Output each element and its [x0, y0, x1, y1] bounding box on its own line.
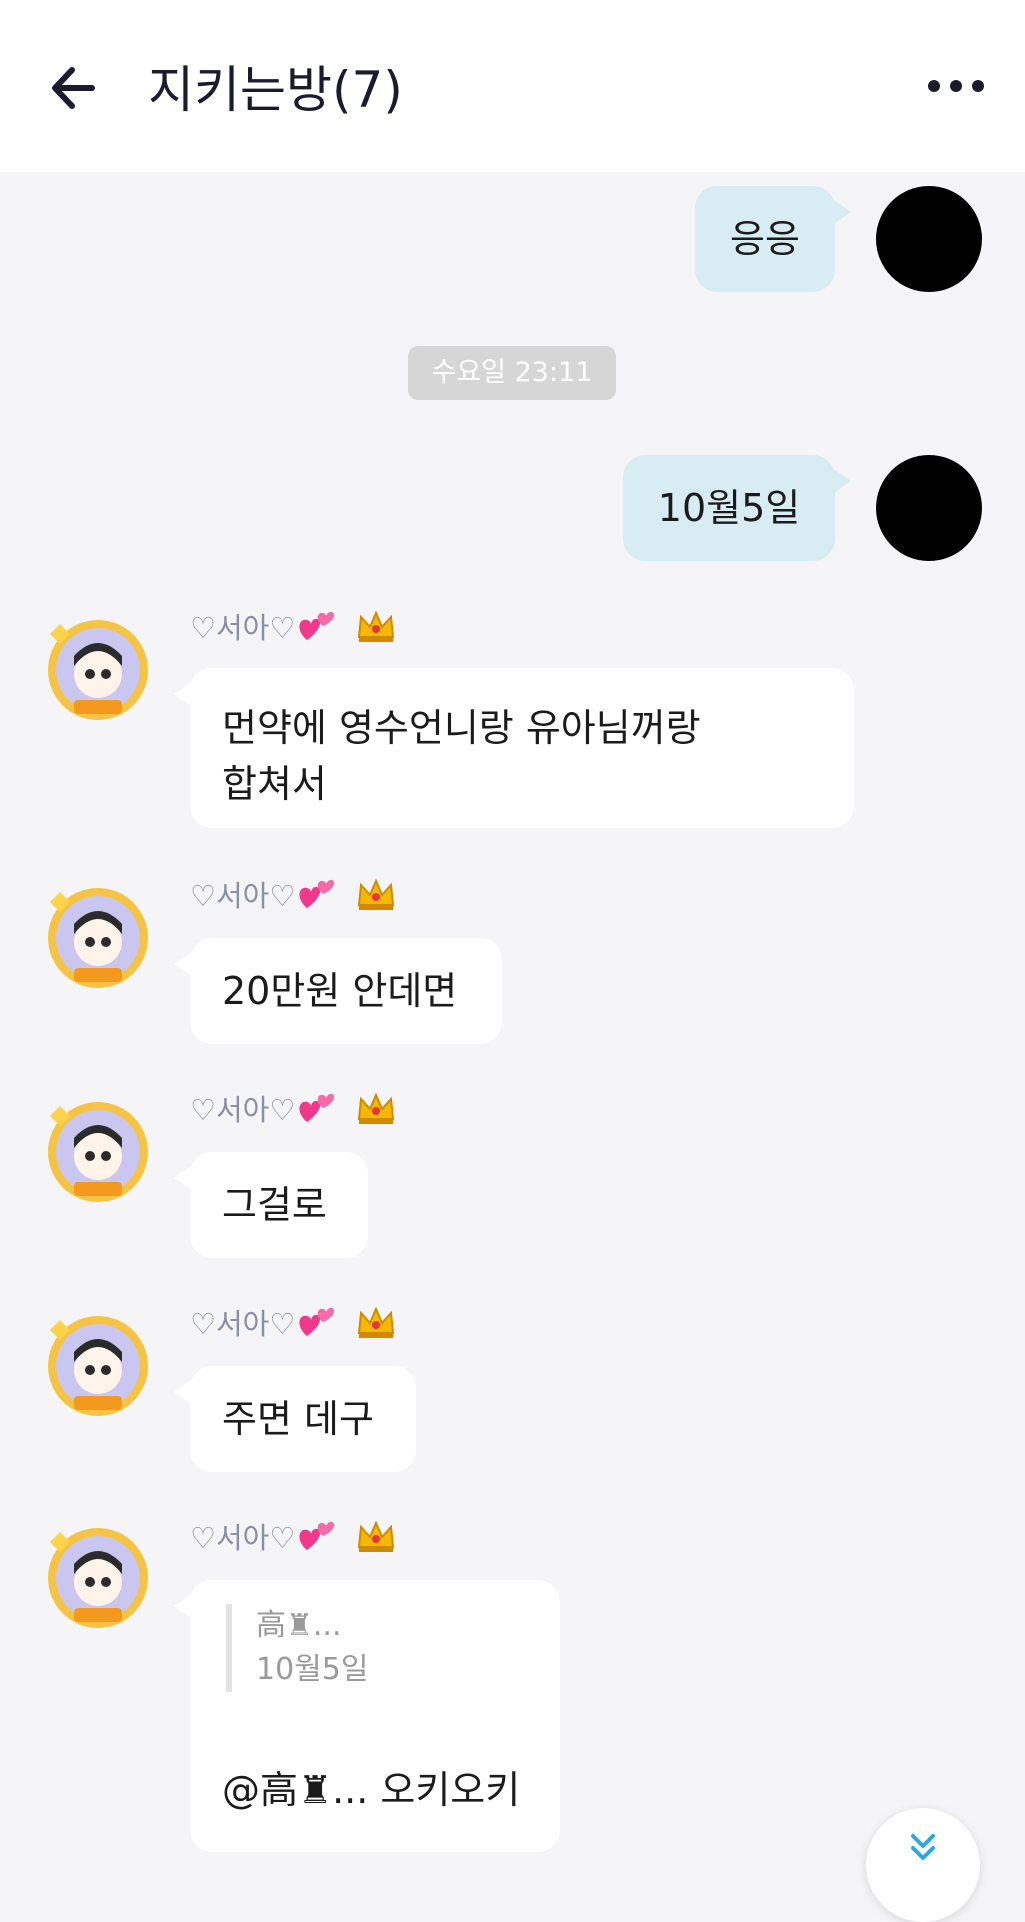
message-text: @高♜... 오키오키 [222, 1768, 521, 1812]
message-bubble[interactable]: 그걸로 [174, 1152, 368, 1258]
my-avatar[interactable] [876, 455, 982, 561]
quoted-author: 高♜... [256, 1608, 342, 1643]
chevron-double-down-icon [911, 1834, 935, 1860]
sender-name: ♡서아♡ [190, 1521, 296, 1555]
quoted-text: 10월5일 [256, 1652, 369, 1687]
crown-badge-icon [358, 1092, 395, 1124]
more-horizontal-icon[interactable] [926, 66, 986, 106]
message-bubble[interactable]: 먼약에 영수언니랑 유아님꺼랑 합쳐서 [174, 668, 854, 828]
chat-header: 지키는방(7) [0, 0, 1025, 172]
hearts-emoji-icon [299, 1521, 335, 1550]
sender-name-row: ♡서아♡ [190, 604, 397, 648]
sender-name: ♡서아♡ [190, 879, 296, 913]
hearts-emoji-icon [299, 611, 335, 640]
my-message-bubble[interactable]: 10월5일 [623, 455, 851, 561]
crown-badge-icon [358, 878, 395, 910]
reply-quote[interactable]: 高♜... 10월5일 [226, 1604, 368, 1692]
my-avatar[interactable] [876, 186, 982, 292]
arrow-left-icon[interactable] [46, 58, 106, 118]
crown-badge-icon [358, 610, 395, 642]
hearts-emoji-icon [299, 1093, 335, 1122]
crown-badge-icon [358, 1520, 395, 1552]
reply-message-bubble[interactable]: 高♜... 10월5일 @高♜... 오키오키 [174, 1580, 560, 1852]
message-text: 20만원 안데면 [222, 969, 458, 1013]
message-text: 응응 [730, 217, 800, 261]
sender-name: ♡서아♡ [190, 1093, 296, 1127]
room-title: 지키는방(7) [148, 61, 403, 119]
message-text: 그걸로 [222, 1183, 327, 1227]
crown-badge-icon [358, 1306, 395, 1338]
message-text: 10월5일 [657, 486, 801, 530]
sender-name: ♡서아♡ [190, 611, 296, 645]
my-message-bubble[interactable]: 응응 [695, 186, 851, 292]
sender-avatar[interactable] [44, 1312, 152, 1420]
hearts-emoji-icon [299, 1307, 335, 1336]
message-bubble[interactable]: 20만원 안데면 [174, 938, 502, 1044]
sender-avatar[interactable] [44, 1098, 152, 1206]
sender-avatar[interactable] [44, 884, 152, 992]
sender-name-row: ♡서아♡ [190, 1514, 397, 1558]
scroll-to-bottom-button[interactable] [866, 1808, 980, 1922]
sender-name-row: ♡서아♡ [190, 872, 397, 916]
message-bubble[interactable]: 주면 데구 [174, 1366, 416, 1472]
sender-name-row: ♡서아♡ [190, 1300, 397, 1344]
message-text: 먼약에 영수언니랑 유아님꺼랑 합쳐서 [222, 706, 701, 806]
hearts-emoji-icon [299, 879, 335, 908]
sender-avatar[interactable] [44, 1524, 152, 1632]
date-divider: 수요일 23:11 [408, 346, 616, 400]
sender-name: ♡서아♡ [190, 1307, 296, 1341]
sender-name-row: ♡서아♡ [190, 1086, 397, 1130]
sender-avatar[interactable] [44, 616, 152, 724]
message-text: 주면 데구 [222, 1397, 374, 1441]
